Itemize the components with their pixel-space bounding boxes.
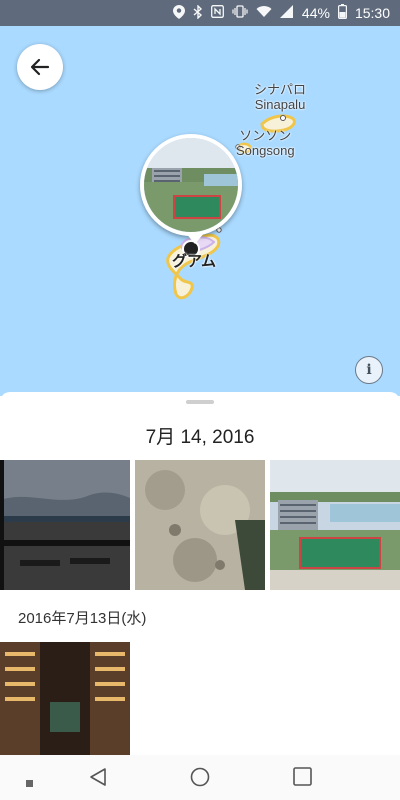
battery-icon bbox=[337, 4, 347, 22]
sheet-drag-handle[interactable] bbox=[186, 400, 214, 404]
map-view[interactable]: シナパロ Sinapalu ソンソン Songsong グアム i bbox=[0, 26, 400, 396]
battery-percent: 44% bbox=[301, 5, 330, 21]
place-name-ja: ソンソン bbox=[239, 128, 292, 143]
photo-thumbnail[interactable] bbox=[270, 460, 400, 590]
android-nav-bar bbox=[0, 755, 400, 800]
back-button[interactable] bbox=[17, 44, 63, 90]
nfc-icon bbox=[210, 5, 224, 21]
menu-dot-icon[interactable] bbox=[26, 774, 33, 792]
photo-thumbnail[interactable] bbox=[135, 460, 265, 590]
place-name-en: Songsong bbox=[236, 143, 295, 158]
map-photo-marker-tail bbox=[185, 232, 205, 244]
place-label-sinapalu: シナパロ Sinapalu bbox=[254, 82, 306, 112]
photo-thumbnail[interactable] bbox=[0, 460, 130, 590]
photo-sheet[interactable]: 7月 14, 2016 2016年7月13日(水) bbox=[0, 392, 400, 800]
back-triangle-icon[interactable] bbox=[89, 767, 107, 792]
map-photo-marker[interactable] bbox=[140, 134, 242, 236]
vibrate-icon bbox=[232, 5, 248, 21]
info-icon: i bbox=[366, 362, 372, 378]
arrow-back-icon bbox=[30, 58, 50, 76]
status-bar: 44% 15:30 bbox=[0, 0, 400, 26]
place-name-ja: シナパロ bbox=[254, 82, 307, 97]
wifi-icon bbox=[256, 5, 272, 21]
bluetooth-icon bbox=[193, 3, 203, 22]
photo-thumbnail[interactable] bbox=[0, 642, 130, 755]
clock: 15:30 bbox=[354, 5, 390, 21]
info-button[interactable]: i bbox=[355, 356, 383, 384]
place-name-en: Sinapalu bbox=[254, 97, 306, 112]
place-label-songsong: ソンソン Songsong bbox=[236, 128, 295, 158]
signal-icon bbox=[279, 5, 294, 21]
date-title: 7月 14, 2016 bbox=[145, 427, 255, 448]
home-circle-icon[interactable] bbox=[190, 767, 210, 792]
place-label-guam: グアム bbox=[172, 254, 216, 269]
place-name-ja: グアム bbox=[172, 253, 216, 270]
section-date-label: 2016年7月13日(水) bbox=[18, 610, 147, 627]
location-icon bbox=[172, 4, 185, 22]
recents-square-icon[interactable] bbox=[293, 767, 312, 791]
